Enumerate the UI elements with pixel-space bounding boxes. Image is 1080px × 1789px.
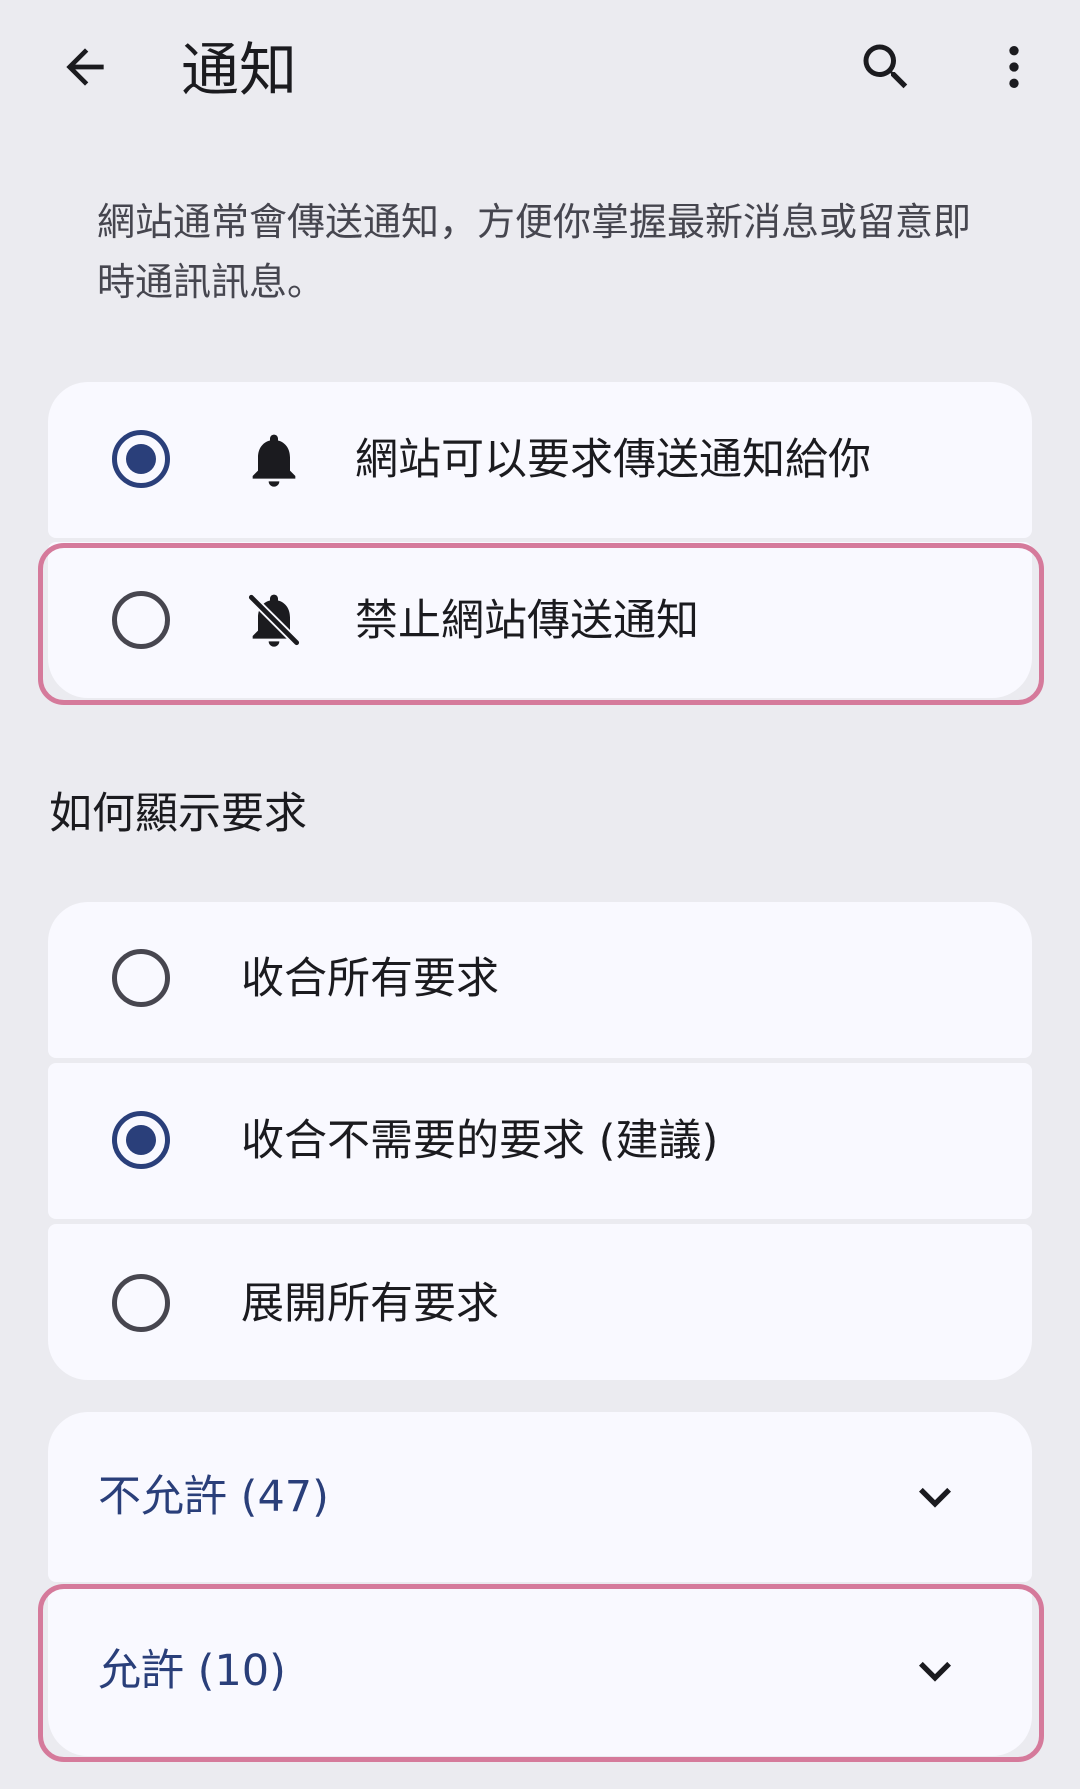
option-block-notifications[interactable]: 禁止網站傳送通知 [48,542,1032,698]
option-label: 展開所有要求 [241,1279,499,1329]
option-label: 收合不需要的要求 (建議) [241,1116,719,1166]
description-text: 網站通常會傳送通知，方便你掌握最新消息或留意即時通訊訊息。 [97,200,972,304]
radio-allow-requests[interactable] [112,430,170,488]
app-bar: 通知 [0,0,1080,140]
bell-icon [252,434,296,487]
option-collapse-unwanted[interactable]: 收合不需要的要求 (建議) [48,1063,1032,1219]
chevron-down-icon [919,1487,951,1508]
permission-options-group: 網站可以要求傳送通知給你 禁止網站傳送通知 [48,382,1032,698]
radio-block-notifications[interactable] [112,591,170,649]
option-expand-all[interactable]: 展開所有要求 [48,1224,1032,1380]
bell-off-icon [247,593,301,647]
radio-expand-all[interactable] [112,1274,170,1332]
option-allow-requests[interactable]: 網站可以要求傳送通知給你 [48,382,1032,538]
section-title: 如何顯示要求 [49,789,307,839]
request-display-group: 收合所有要求 收合不需要的要求 (建議) 展開所有要求 [48,902,1032,1380]
allowed-sites-label: 允許 (10) [98,1646,286,1696]
option-label: 禁止網站傳送通知 [355,596,699,646]
radio-collapse-unwanted[interactable] [112,1111,170,1169]
blocked-sites-label: 不允許 (47) [98,1472,329,1522]
search-button[interactable] [838,19,934,115]
page-title: 通知 [181,36,298,104]
option-label: 網站可以要求傳送通知給你 [355,435,871,485]
chevron-down-icon [919,1661,951,1682]
arrow-back-icon [66,48,104,86]
more-vert-icon [1009,46,1019,88]
allowed-sites-expander[interactable]: 允許 (10) [48,1586,1032,1756]
site-lists-group: 不允許 (47) 允許 (10) [48,1412,1032,1756]
more-options-button[interactable] [966,19,1062,115]
option-label: 收合所有要求 [241,954,499,1004]
blocked-sites-expander[interactable]: 不允許 (47) [48,1412,1032,1582]
option-collapse-all[interactable]: 收合所有要求 [48,902,1032,1058]
search-icon [863,44,908,89]
back-button[interactable] [37,19,133,115]
radio-collapse-all[interactable] [112,949,170,1007]
